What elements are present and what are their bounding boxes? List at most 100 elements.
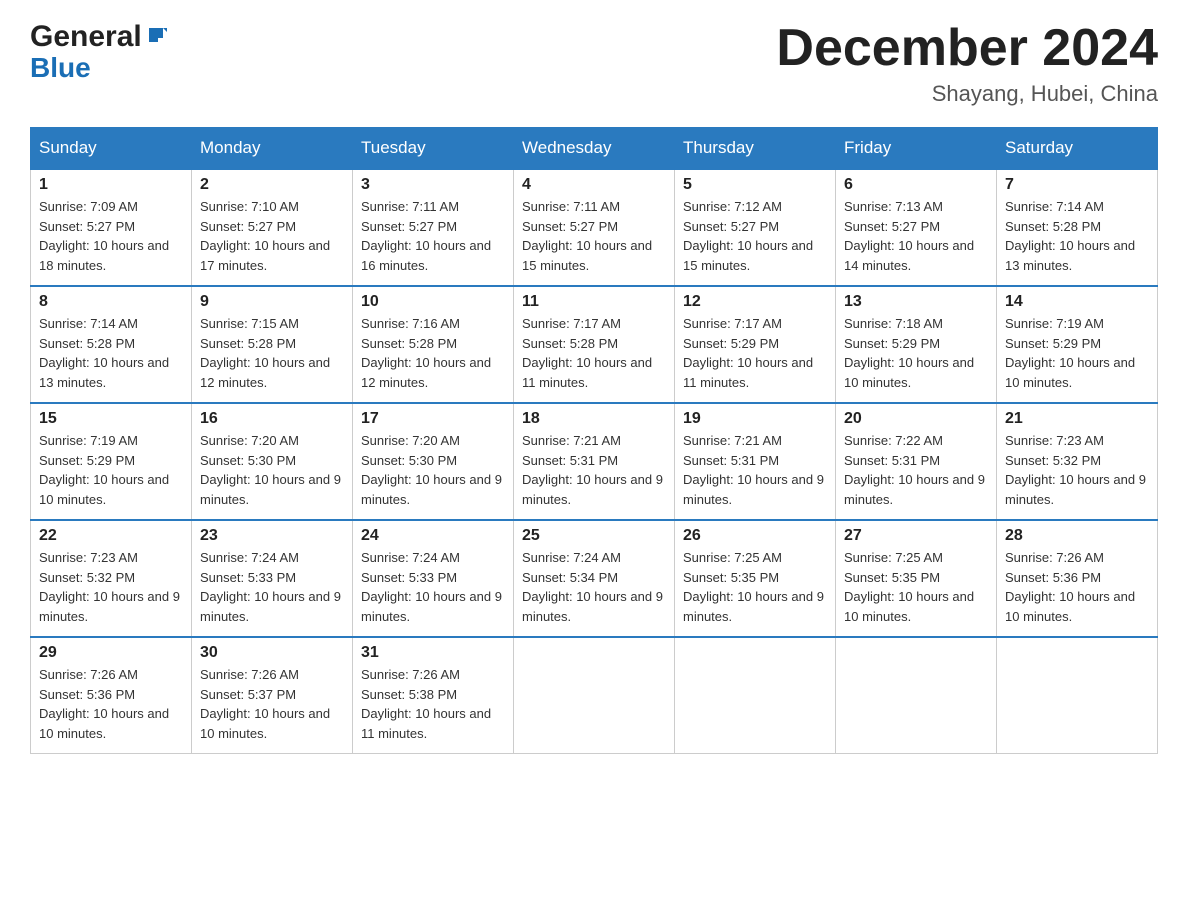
day-number: 4 xyxy=(522,176,666,194)
day-info: Sunrise: 7:13 AMSunset: 5:27 PMDaylight:… xyxy=(844,197,988,275)
day-number: 3 xyxy=(361,176,505,194)
page-header: General Blue December 2024 Shayang, Hube… xyxy=(30,20,1158,107)
day-info: Sunrise: 7:21 AMSunset: 5:31 PMDaylight:… xyxy=(683,431,827,509)
calendar-cell: 23 Sunrise: 7:24 AMSunset: 5:33 PMDaylig… xyxy=(192,520,353,637)
day-number: 12 xyxy=(683,293,827,311)
day-info: Sunrise: 7:25 AMSunset: 5:35 PMDaylight:… xyxy=(683,548,827,626)
calendar-cell xyxy=(997,637,1158,754)
day-info: Sunrise: 7:11 AMSunset: 5:27 PMDaylight:… xyxy=(522,197,666,275)
day-number: 11 xyxy=(522,293,666,311)
day-info: Sunrise: 7:18 AMSunset: 5:29 PMDaylight:… xyxy=(844,314,988,392)
day-info: Sunrise: 7:16 AMSunset: 5:28 PMDaylight:… xyxy=(361,314,505,392)
calendar-cell xyxy=(675,637,836,754)
calendar-week-row: 8 Sunrise: 7:14 AMSunset: 5:28 PMDayligh… xyxy=(31,286,1158,403)
day-info: Sunrise: 7:24 AMSunset: 5:33 PMDaylight:… xyxy=(361,548,505,626)
calendar-week-row: 22 Sunrise: 7:23 AMSunset: 5:32 PMDaylig… xyxy=(31,520,1158,637)
day-number: 27 xyxy=(844,527,988,545)
day-number: 23 xyxy=(200,527,344,545)
day-number: 30 xyxy=(200,644,344,662)
calendar-cell: 30 Sunrise: 7:26 AMSunset: 5:37 PMDaylig… xyxy=(192,637,353,754)
day-info: Sunrise: 7:11 AMSunset: 5:27 PMDaylight:… xyxy=(361,197,505,275)
day-number: 17 xyxy=(361,410,505,428)
calendar-week-row: 15 Sunrise: 7:19 AMSunset: 5:29 PMDaylig… xyxy=(31,403,1158,520)
calendar-cell: 26 Sunrise: 7:25 AMSunset: 5:35 PMDaylig… xyxy=(675,520,836,637)
title-section: December 2024 Shayang, Hubei, China xyxy=(776,20,1158,107)
day-number: 20 xyxy=(844,410,988,428)
calendar-cell: 14 Sunrise: 7:19 AMSunset: 5:29 PMDaylig… xyxy=(997,286,1158,403)
calendar-header-sunday: Sunday xyxy=(31,128,192,170)
day-number: 2 xyxy=(200,176,344,194)
calendar-cell: 27 Sunrise: 7:25 AMSunset: 5:35 PMDaylig… xyxy=(836,520,997,637)
location-text: Shayang, Hubei, China xyxy=(776,81,1158,107)
day-number: 8 xyxy=(39,293,183,311)
day-info: Sunrise: 7:26 AMSunset: 5:36 PMDaylight:… xyxy=(1005,548,1149,626)
day-number: 14 xyxy=(1005,293,1149,311)
day-number: 28 xyxy=(1005,527,1149,545)
calendar-table: SundayMondayTuesdayWednesdayThursdayFrid… xyxy=(30,127,1158,754)
day-info: Sunrise: 7:09 AMSunset: 5:27 PMDaylight:… xyxy=(39,197,183,275)
day-number: 9 xyxy=(200,293,344,311)
day-number: 26 xyxy=(683,527,827,545)
day-number: 21 xyxy=(1005,410,1149,428)
calendar-cell: 6 Sunrise: 7:13 AMSunset: 5:27 PMDayligh… xyxy=(836,169,997,286)
day-info: Sunrise: 7:19 AMSunset: 5:29 PMDaylight:… xyxy=(39,431,183,509)
logo-arrow-icon xyxy=(145,24,167,51)
calendar-cell: 7 Sunrise: 7:14 AMSunset: 5:28 PMDayligh… xyxy=(997,169,1158,286)
calendar-cell: 18 Sunrise: 7:21 AMSunset: 5:31 PMDaylig… xyxy=(514,403,675,520)
day-number: 31 xyxy=(361,644,505,662)
calendar-header-tuesday: Tuesday xyxy=(353,128,514,170)
day-info: Sunrise: 7:17 AMSunset: 5:28 PMDaylight:… xyxy=(522,314,666,392)
day-number: 13 xyxy=(844,293,988,311)
calendar-header-thursday: Thursday xyxy=(675,128,836,170)
calendar-cell: 16 Sunrise: 7:20 AMSunset: 5:30 PMDaylig… xyxy=(192,403,353,520)
calendar-cell: 28 Sunrise: 7:26 AMSunset: 5:36 PMDaylig… xyxy=(997,520,1158,637)
day-number: 22 xyxy=(39,527,183,545)
calendar-cell: 22 Sunrise: 7:23 AMSunset: 5:32 PMDaylig… xyxy=(31,520,192,637)
calendar-cell: 9 Sunrise: 7:15 AMSunset: 5:28 PMDayligh… xyxy=(192,286,353,403)
calendar-cell: 2 Sunrise: 7:10 AMSunset: 5:27 PMDayligh… xyxy=(192,169,353,286)
day-number: 7 xyxy=(1005,176,1149,194)
calendar-cell: 31 Sunrise: 7:26 AMSunset: 5:38 PMDaylig… xyxy=(353,637,514,754)
day-number: 10 xyxy=(361,293,505,311)
day-number: 25 xyxy=(522,527,666,545)
day-number: 29 xyxy=(39,644,183,662)
day-info: Sunrise: 7:23 AMSunset: 5:32 PMDaylight:… xyxy=(1005,431,1149,509)
day-info: Sunrise: 7:15 AMSunset: 5:28 PMDaylight:… xyxy=(200,314,344,392)
day-number: 6 xyxy=(844,176,988,194)
calendar-header-row: SundayMondayTuesdayWednesdayThursdayFrid… xyxy=(31,128,1158,170)
day-info: Sunrise: 7:26 AMSunset: 5:38 PMDaylight:… xyxy=(361,665,505,743)
calendar-header-saturday: Saturday xyxy=(997,128,1158,170)
calendar-cell: 11 Sunrise: 7:17 AMSunset: 5:28 PMDaylig… xyxy=(514,286,675,403)
day-info: Sunrise: 7:26 AMSunset: 5:37 PMDaylight:… xyxy=(200,665,344,743)
day-number: 5 xyxy=(683,176,827,194)
calendar-cell: 12 Sunrise: 7:17 AMSunset: 5:29 PMDaylig… xyxy=(675,286,836,403)
day-info: Sunrise: 7:20 AMSunset: 5:30 PMDaylight:… xyxy=(200,431,344,509)
calendar-cell: 1 Sunrise: 7:09 AMSunset: 5:27 PMDayligh… xyxy=(31,169,192,286)
calendar-cell: 3 Sunrise: 7:11 AMSunset: 5:27 PMDayligh… xyxy=(353,169,514,286)
day-info: Sunrise: 7:17 AMSunset: 5:29 PMDaylight:… xyxy=(683,314,827,392)
calendar-cell: 19 Sunrise: 7:21 AMSunset: 5:31 PMDaylig… xyxy=(675,403,836,520)
day-number: 19 xyxy=(683,410,827,428)
calendar-cell: 17 Sunrise: 7:20 AMSunset: 5:30 PMDaylig… xyxy=(353,403,514,520)
day-info: Sunrise: 7:23 AMSunset: 5:32 PMDaylight:… xyxy=(39,548,183,626)
calendar-header-monday: Monday xyxy=(192,128,353,170)
day-info: Sunrise: 7:24 AMSunset: 5:34 PMDaylight:… xyxy=(522,548,666,626)
calendar-cell xyxy=(514,637,675,754)
day-number: 15 xyxy=(39,410,183,428)
day-info: Sunrise: 7:26 AMSunset: 5:36 PMDaylight:… xyxy=(39,665,183,743)
calendar-cell: 5 Sunrise: 7:12 AMSunset: 5:27 PMDayligh… xyxy=(675,169,836,286)
day-number: 16 xyxy=(200,410,344,428)
day-info: Sunrise: 7:24 AMSunset: 5:33 PMDaylight:… xyxy=(200,548,344,626)
day-number: 1 xyxy=(39,176,183,194)
day-info: Sunrise: 7:22 AMSunset: 5:31 PMDaylight:… xyxy=(844,431,988,509)
day-info: Sunrise: 7:20 AMSunset: 5:30 PMDaylight:… xyxy=(361,431,505,509)
day-info: Sunrise: 7:25 AMSunset: 5:35 PMDaylight:… xyxy=(844,548,988,626)
day-info: Sunrise: 7:19 AMSunset: 5:29 PMDaylight:… xyxy=(1005,314,1149,392)
calendar-cell: 13 Sunrise: 7:18 AMSunset: 5:29 PMDaylig… xyxy=(836,286,997,403)
calendar-cell: 10 Sunrise: 7:16 AMSunset: 5:28 PMDaylig… xyxy=(353,286,514,403)
calendar-header-friday: Friday xyxy=(836,128,997,170)
calendar-cell: 20 Sunrise: 7:22 AMSunset: 5:31 PMDaylig… xyxy=(836,403,997,520)
month-title: December 2024 xyxy=(776,20,1158,77)
calendar-cell: 4 Sunrise: 7:11 AMSunset: 5:27 PMDayligh… xyxy=(514,169,675,286)
day-info: Sunrise: 7:21 AMSunset: 5:31 PMDaylight:… xyxy=(522,431,666,509)
